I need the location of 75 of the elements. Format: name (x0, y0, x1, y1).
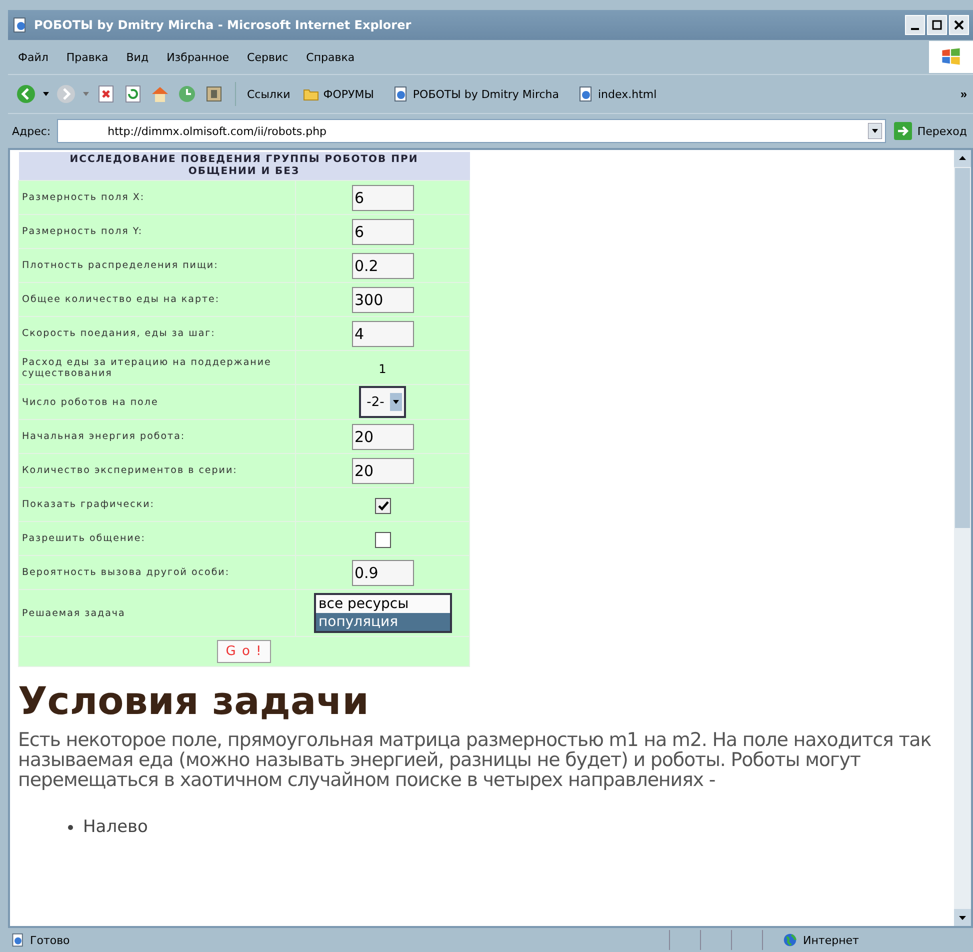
field-label: Начальная энергия робота: (18, 420, 296, 454)
field-label: Количество экспериментов в серии: (18, 454, 296, 488)
input-field[interactable]: 4 (352, 320, 414, 346)
caret-icon[interactable] (43, 92, 49, 96)
list-option[interactable]: популяция (316, 613, 450, 631)
input-field[interactable]: 6 (352, 218, 414, 244)
input-field[interactable]: 6 (352, 184, 414, 210)
paragraph: Есть некоторое поле, прямоугольная матрица размерностью m1 на m2. На поле находится так называемая еда (можно называть энергией, разницы не будет) и роботы. Роботы могут перемещаться в хаотичном случайном поиске в четырех направлениях - (18, 731, 932, 791)
close-icon (954, 20, 964, 30)
field-label: Размерность поля X: (18, 180, 296, 214)
dropdown-icon[interactable] (390, 393, 402, 411)
field-label: Расход еды за итерацию на поддержание существования (18, 350, 296, 384)
field-label: Размерность поля Y: (18, 214, 296, 248)
input-field[interactable]: 0.2 (352, 252, 414, 278)
scroll-down-icon[interactable] (954, 909, 971, 926)
page-icon (392, 86, 409, 102)
checkbox[interactable] (374, 532, 390, 548)
checkbox[interactable] (374, 498, 390, 514)
field-label: Показать графически: (18, 488, 296, 522)
value-text: 1 (378, 362, 386, 376)
windows-logo-icon (929, 41, 973, 73)
status-text: Готово (8, 933, 667, 947)
menu-item[interactable]: Сервис (247, 50, 288, 64)
more-button[interactable]: » (954, 87, 973, 101)
stop-icon[interactable] (96, 84, 116, 104)
minimize-icon (911, 28, 919, 30)
maximize-icon (932, 20, 942, 30)
minimize-button[interactable] (905, 15, 925, 35)
field-label: Решаемая задача (18, 590, 296, 636)
address-label: Адрес: (12, 124, 51, 138)
scroll-up-icon[interactable] (954, 150, 971, 167)
input-field[interactable]: 0.9 (352, 560, 414, 586)
history-icon[interactable] (177, 84, 197, 104)
links-label: Ссылки (247, 88, 290, 100)
page-icon (12, 17, 28, 33)
link-button[interactable]: index.html (572, 86, 663, 102)
list-box[interactable]: все ресурсы популяция (314, 593, 452, 633)
bullet-icon (68, 824, 73, 830)
list-item: Налево (83, 816, 148, 837)
menu-item[interactable]: Избранное (166, 50, 230, 64)
field-label: Скорость поедания, еды за шаг: (18, 316, 296, 350)
home-icon[interactable] (150, 84, 170, 104)
dropdown-icon[interactable] (868, 123, 882, 139)
media-icon[interactable] (204, 84, 224, 104)
input-field[interactable]: 20 (352, 424, 414, 450)
field-label: Плотность распределения пищи: (18, 248, 296, 282)
link-button[interactable]: ФОРУМЫ (297, 86, 380, 102)
link-button[interactable]: РОБОТЫ by Dmitry Mircha (386, 86, 565, 102)
maximize-button[interactable] (927, 15, 947, 35)
globe-icon (783, 933, 797, 947)
window-title: РОБОТЫ by Dmitry Mircha - Microsoft Internet Explorer (34, 18, 412, 32)
zone-indicator: Интернет (762, 930, 973, 950)
section-heading: Условия задачи (18, 679, 370, 723)
close-button[interactable] (949, 15, 969, 35)
refresh-icon[interactable] (123, 84, 143, 104)
menu-item[interactable]: Файл (18, 50, 48, 64)
address-field[interactable]: http://dimmx.olmisoft.com/ii/robots.php (56, 119, 886, 143)
input-field[interactable]: 20 (352, 458, 414, 484)
input-field[interactable]: 300 (352, 286, 414, 312)
menu-item[interactable]: Справка (306, 50, 355, 64)
scrollbar[interactable] (954, 150, 971, 926)
page-icon (11, 933, 25, 947)
field-label: Общее количество еды на карте: (18, 282, 296, 316)
go-button[interactable]: Переход (892, 122, 969, 140)
form-title: ИССЛЕДОВАНИЕ ПОВЕДЕНИЯ ГРУППЫ РОБОТОВ ПРИ ОБЩЕНИИ И БЕЗ (18, 152, 470, 180)
select-field[interactable]: -2- (358, 386, 406, 418)
page-icon (578, 86, 594, 102)
menu-item[interactable]: Правка (66, 50, 108, 64)
list-option[interactable]: все ресурсы (316, 595, 450, 613)
back-icon[interactable] (16, 84, 36, 104)
field-label: Вероятность вызова другой особи: (18, 556, 296, 590)
submit-button[interactable]: G o ! (216, 640, 272, 663)
field-label: Число роботов на поле (18, 384, 296, 420)
field-label: Разрешить общение: (18, 522, 296, 556)
menu-item[interactable]: Вид (126, 50, 149, 64)
